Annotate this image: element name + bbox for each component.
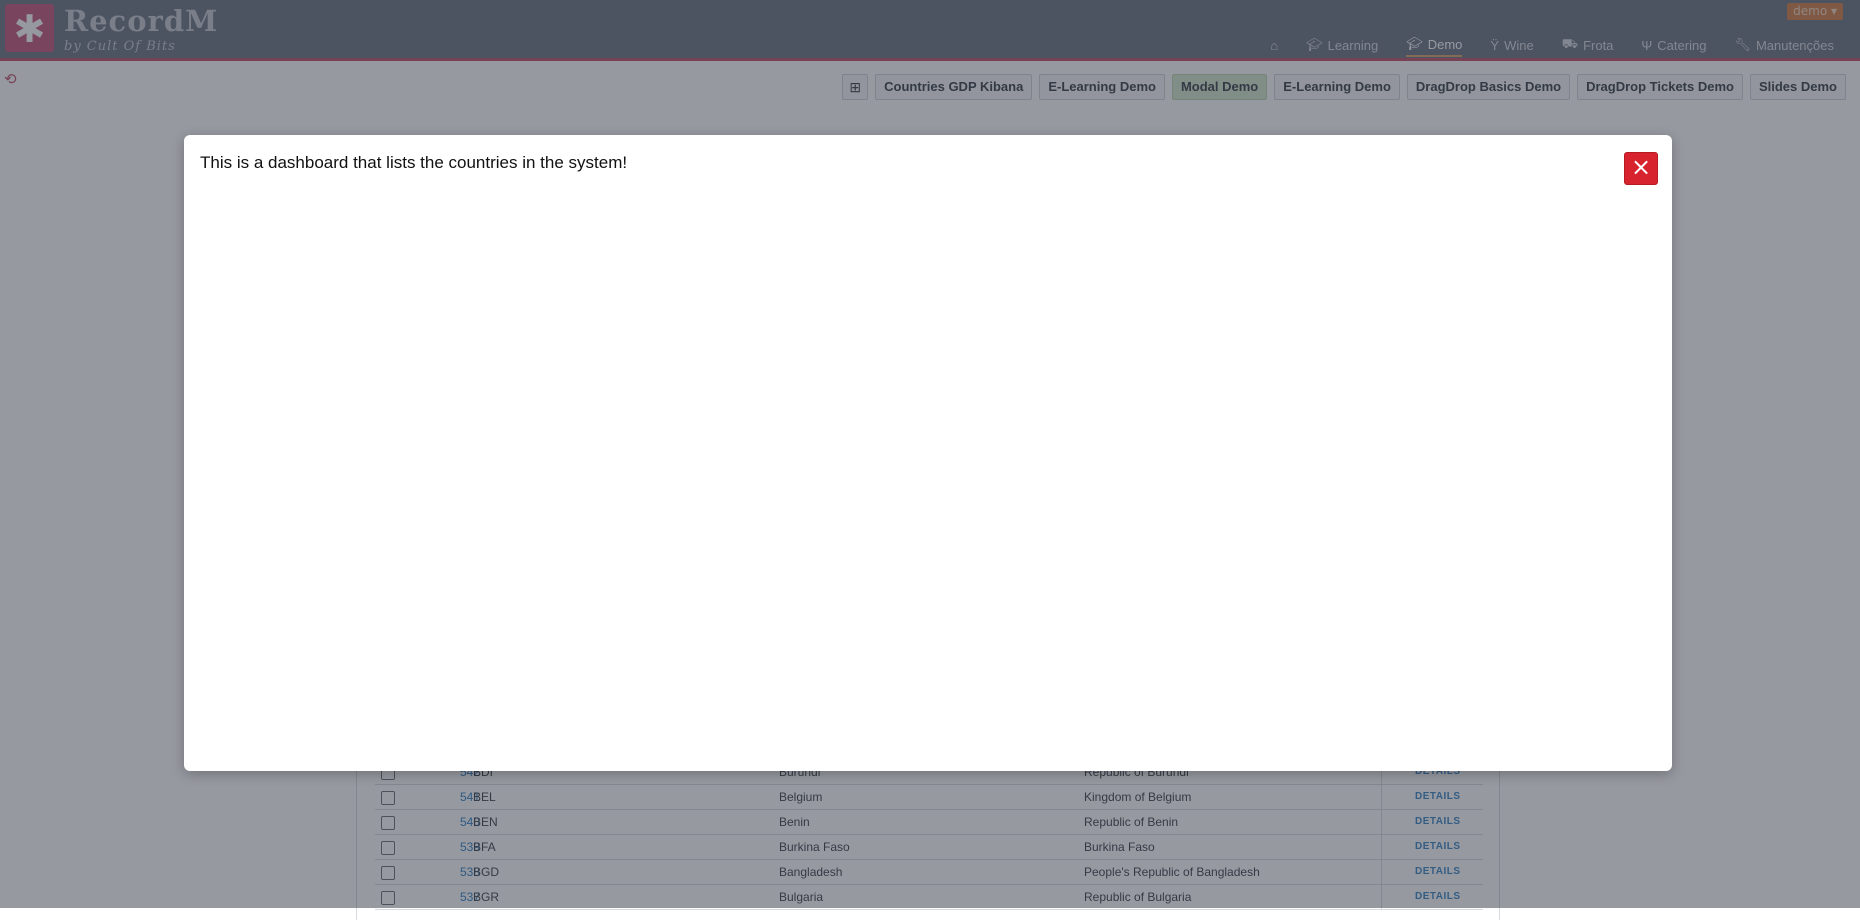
close-button[interactable]: × — [1624, 152, 1658, 185]
info-modal: This is a dashboard that lists the count… — [184, 135, 1672, 771]
modal-message: This is a dashboard that lists the count… — [200, 153, 628, 172]
close-icon: × — [1630, 153, 1652, 181]
